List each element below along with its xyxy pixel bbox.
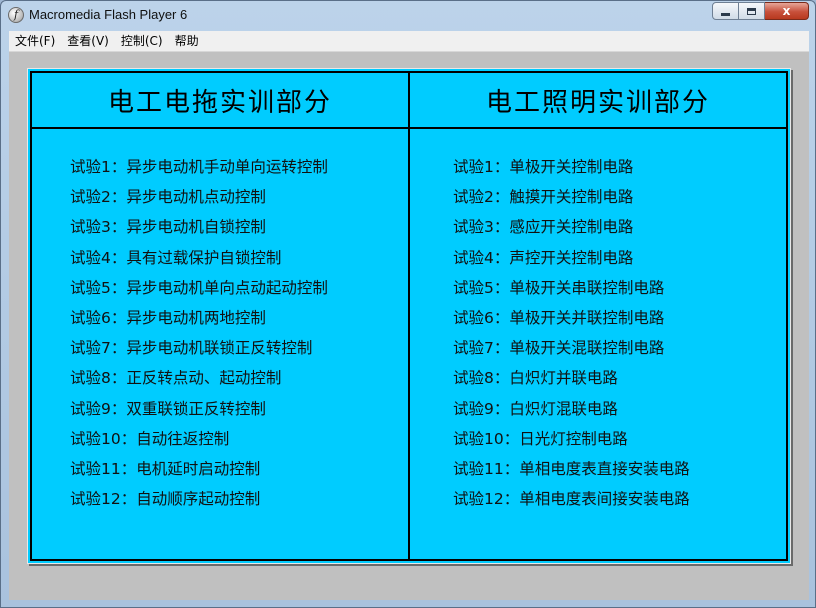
experiment-item[interactable]: 试验3：异步电动机自锁控制: [70, 217, 328, 247]
experiment-item[interactable]: 试验5：异步电动机单向点动起动控制: [70, 278, 328, 308]
minimize-icon: [721, 12, 730, 16]
experiment-item[interactable]: 试验2：异步电动机点动控制: [70, 187, 328, 217]
window-controls: x: [712, 2, 809, 21]
experiment-list-left: 试验1：异步电动机手动单向运转控制 试验2：异步电动机点动控制 试验3：异步电动…: [70, 157, 328, 519]
panel-electrical-lighting: 电工照明实训部分 试验1：单极开关控制电路 试验2：触摸开关控制电路 试验3：感…: [408, 71, 788, 561]
experiment-item[interactable]: 试验6：单极开关并联控制电路: [453, 308, 690, 338]
menu-view[interactable]: 查看(V): [61, 31, 115, 51]
experiment-item[interactable]: 试验5：单极开关串联控制电路: [453, 278, 690, 308]
panel-title-left: 电工电拖实训部分: [32, 73, 408, 129]
panel-title-right: 电工照明实训部分: [410, 73, 786, 129]
flash-stage: 电工电拖实训部分 试验1：异步电动机手动单向运转控制 试验2：异步电动机点动控制…: [27, 68, 791, 564]
menu-control[interactable]: 控制(C): [115, 31, 169, 51]
experiment-item[interactable]: 试验4：具有过载保护自锁控制: [70, 248, 328, 278]
minimize-button[interactable]: [712, 2, 739, 20]
experiment-item[interactable]: 试验9：白炽灯混联电路: [453, 399, 690, 429]
experiment-item[interactable]: 试验3：感应开关控制电路: [453, 217, 690, 247]
title-bar[interactable]: f Macromedia Flash Player 6 x: [1, 1, 815, 31]
experiment-item[interactable]: 试验8：白炽灯并联电路: [453, 368, 690, 398]
window-title: Macromedia Flash Player 6: [29, 7, 188, 22]
experiment-item[interactable]: 试验11：电机延时启动控制: [70, 459, 328, 489]
experiment-item[interactable]: 试验12：自动顺序起动控制: [70, 489, 328, 519]
experiment-item[interactable]: 试验7：异步电动机联锁正反转控制: [70, 338, 328, 368]
experiment-item[interactable]: 试验1：异步电动机手动单向运转控制: [70, 157, 328, 187]
experiment-item[interactable]: 试验12：单相电度表间接安装电路: [453, 489, 690, 519]
experiment-item[interactable]: 试验11：单相电度表直接安装电路: [453, 459, 690, 489]
experiment-item[interactable]: 试验7：单极开关混联控制电路: [453, 338, 690, 368]
flash-player-icon[interactable]: f: [8, 7, 24, 23]
experiment-item[interactable]: 试验9：双重联锁正反转控制: [70, 399, 328, 429]
menu-bar: 文件(F) 查看(V) 控制(C) 帮助: [9, 31, 809, 52]
experiment-list-right: 试验1：单极开关控制电路 试验2：触摸开关控制电路 试验3：感应开关控制电路 试…: [453, 157, 690, 519]
experiment-item[interactable]: 试验4：声控开关控制电路: [453, 248, 690, 278]
menu-file[interactable]: 文件(F): [9, 31, 61, 51]
experiment-item[interactable]: 试验2：触摸开关控制电路: [453, 187, 690, 217]
close-icon: x: [782, 4, 791, 18]
menu-help[interactable]: 帮助: [169, 31, 205, 51]
panel-electrical-drive: 电工电拖实训部分 试验1：异步电动机手动单向运转控制 试验2：异步电动机点动控制…: [30, 71, 410, 561]
experiment-item[interactable]: 试验1：单极开关控制电路: [453, 157, 690, 187]
experiment-item[interactable]: 试验8：正反转点动、起动控制: [70, 368, 328, 398]
flash-client-area: 电工电拖实训部分 试验1：异步电动机手动单向运转控制 试验2：异步电动机点动控制…: [9, 52, 809, 600]
close-button[interactable]: x: [765, 2, 809, 20]
experiment-item[interactable]: 试验10：自动往返控制: [70, 429, 328, 459]
maximize-button[interactable]: [739, 2, 765, 20]
experiment-item[interactable]: 试验6：异步电动机两地控制: [70, 308, 328, 338]
app-window: f Macromedia Flash Player 6 x 文件(F) 查看(V…: [0, 0, 816, 608]
maximize-icon: [747, 7, 756, 15]
experiment-item[interactable]: 试验10：日光灯控制电路: [453, 429, 690, 459]
